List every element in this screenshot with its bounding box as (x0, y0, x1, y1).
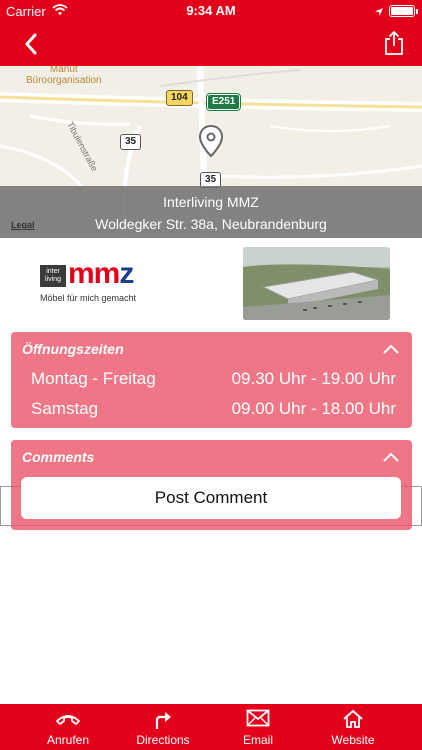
outline-left (0, 487, 1, 525)
collapse-chevron-icon[interactable] (382, 450, 400, 462)
road-shield-104: 104 (166, 90, 193, 106)
opening-hours-panel: Öffnungszeiten Montag - Freitag 09.30 Uh… (11, 332, 412, 428)
brand-wordmark-z: z (119, 257, 134, 290)
home-icon (343, 710, 363, 728)
status-bar: Carrier 9:34 AM (0, 0, 422, 22)
tab-email[interactable]: Email (208, 704, 308, 750)
store-location-map[interactable]: Manut Büroorganisation Tibulenstraße 104 … (0, 66, 422, 238)
map-poi-label: Manut Büroorganisation (26, 66, 102, 86)
share-icon[interactable] (382, 30, 406, 56)
envelope-icon (246, 709, 270, 727)
road-shield-e251: E251 (205, 93, 242, 111)
navigation-bar (0, 22, 422, 66)
interliving-logo-box: inter living (40, 265, 66, 287)
hours-day: Samstag (31, 399, 99, 418)
tab-label: Anrufen (46, 733, 90, 747)
hours-time: 09.00 Uhr - 18.00 Uhr (231, 399, 396, 418)
brand-wordmark-mm: mm (68, 257, 120, 290)
tab-label: Website (331, 733, 375, 747)
store-photo[interactable] (243, 247, 390, 320)
back-chevron-icon[interactable] (20, 32, 44, 56)
map-pin-icon[interactable] (198, 124, 224, 158)
tab-call[interactable]: Anrufen (18, 704, 118, 750)
store-address-overlay: Interliving MMZ Woldegker Str. 38a, Neub… (0, 186, 422, 238)
comments-panel: Comments Post Comment (11, 440, 412, 530)
phone-icon (56, 715, 80, 725)
directions-arrow-icon (155, 712, 171, 729)
comments-title: Comments (22, 449, 95, 465)
location-arrow-icon (374, 5, 384, 20)
tab-label: Email (242, 733, 273, 747)
store-address: Woldegker Str. 38a, Neubrandenburg (95, 216, 327, 232)
store-logo: inter living mmz Möbel für mich gemacht (32, 257, 178, 315)
hours-row: Montag - Freitag 09.30 Uhr - 19.00 Uhr (31, 369, 396, 391)
store-name: Interliving MMZ (163, 194, 259, 210)
tab-website[interactable]: Website (303, 704, 403, 750)
hours-row: Samstag 09.00 Uhr - 18.00 Uhr (31, 399, 396, 421)
hours-day: Montag - Freitag (31, 369, 156, 388)
store-photo-image (243, 247, 390, 320)
tab-label: Directions (136, 733, 190, 747)
brand-wordmark: mmz (68, 257, 134, 291)
map-legal-link[interactable]: Legal (11, 220, 35, 230)
bottom-tab-bar: Anrufen Directions Email Website (0, 704, 422, 750)
brand-tagline: Möbel für mich gemacht (40, 293, 137, 303)
post-comment-button[interactable]: Post Comment (21, 477, 401, 519)
opening-hours-title: Öffnungszeiten (22, 341, 124, 357)
hours-time: 09.30 Uhr - 19.00 Uhr (231, 369, 396, 388)
battery-icon (389, 5, 418, 17)
tab-directions[interactable]: Directions (113, 704, 213, 750)
collapse-chevron-icon[interactable] (382, 342, 400, 354)
road-shield-35: 35 (120, 134, 142, 150)
battery-fill (391, 7, 413, 15)
clock: 9:34 AM (186, 3, 236, 18)
